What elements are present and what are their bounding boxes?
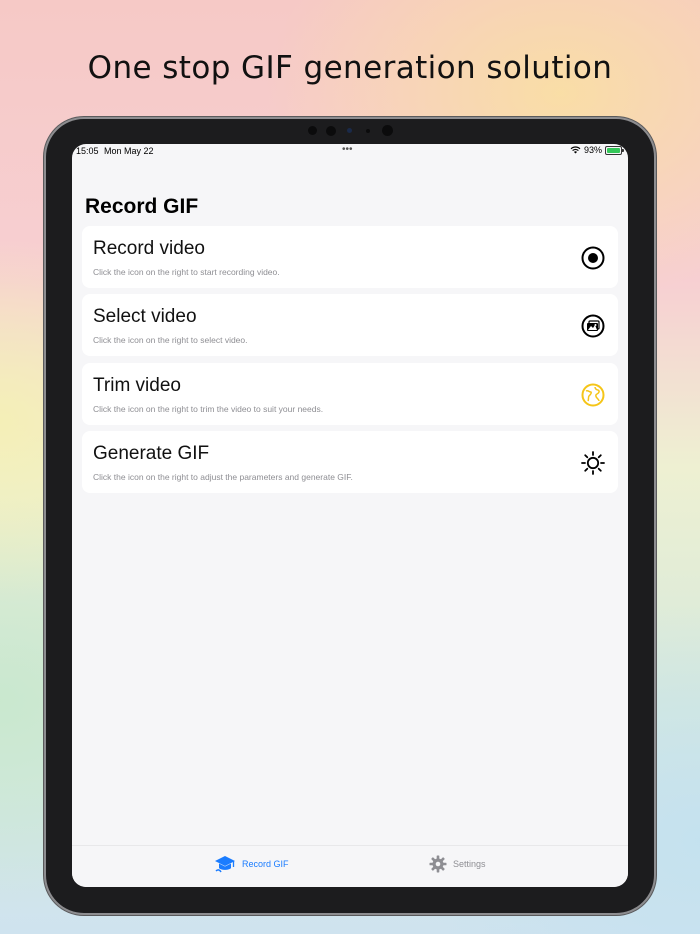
tab-settings[interactable]: Settings (429, 855, 486, 873)
sensor-dot (366, 129, 370, 133)
sensor-dot (326, 126, 336, 136)
sensor-dot (308, 126, 317, 135)
tab-record-gif[interactable]: Record GIF (214, 855, 289, 873)
card-subtitle: Click the icon on the right to adjust th… (93, 471, 353, 482)
battery-percent: 93% (583, 145, 602, 155)
tab-label: Record GIF (242, 859, 289, 869)
card-record-video[interactable]: Record video Click the icon on the right… (82, 226, 618, 288)
battery-icon (605, 145, 624, 155)
record-icon[interactable] (580, 245, 606, 271)
tab-label: Settings (453, 859, 486, 869)
card-generate-gif[interactable]: Generate GIF Click the icon on the right… (82, 430, 618, 493)
graduation-cap-icon (215, 856, 235, 873)
action-list: Record video Click the icon on the right… (82, 226, 618, 499)
app-screen: 15:05 Mon May 22 ••• 93% Record GIF Reco… (72, 144, 628, 887)
wifi-icon (570, 146, 581, 154)
card-subtitle: Click the icon on the right to start rec… (93, 267, 280, 277)
card-title: Trim video (93, 374, 181, 396)
photo-library-icon[interactable] (580, 313, 606, 339)
globe-icon[interactable] (580, 382, 606, 408)
card-title: Generate GIF (93, 442, 210, 464)
card-title: Record video (93, 238, 205, 259)
status-right: 93% (570, 145, 624, 155)
card-subtitle: Click the icon on the right to trim the … (93, 403, 324, 414)
gear-icon (429, 855, 447, 873)
card-title: Select video (93, 306, 197, 328)
card-trim-video[interactable]: Trim video Click the icon on the right t… (82, 362, 618, 425)
page-title: Record GIF (85, 195, 199, 218)
card-subtitle: Click the icon on the right to select vi… (93, 335, 248, 346)
tab-bar: Record GIF Settings (72, 845, 628, 887)
camera-bar (300, 125, 400, 137)
front-camera (382, 125, 393, 136)
sun-icon[interactable] (580, 450, 606, 476)
status-bar: 15:05 Mon May 22 ••• 93% (72, 144, 628, 158)
multitasking-dots-icon[interactable]: ••• (342, 144, 353, 155)
card-select-video[interactable]: Select video Click the icon on the right… (82, 294, 618, 357)
status-time: 15:05 (76, 146, 99, 156)
promo-headline: One stop GIF generation solution (87, 50, 613, 86)
sensor-dot (347, 128, 352, 133)
status-date: Mon May 22 (104, 146, 154, 156)
